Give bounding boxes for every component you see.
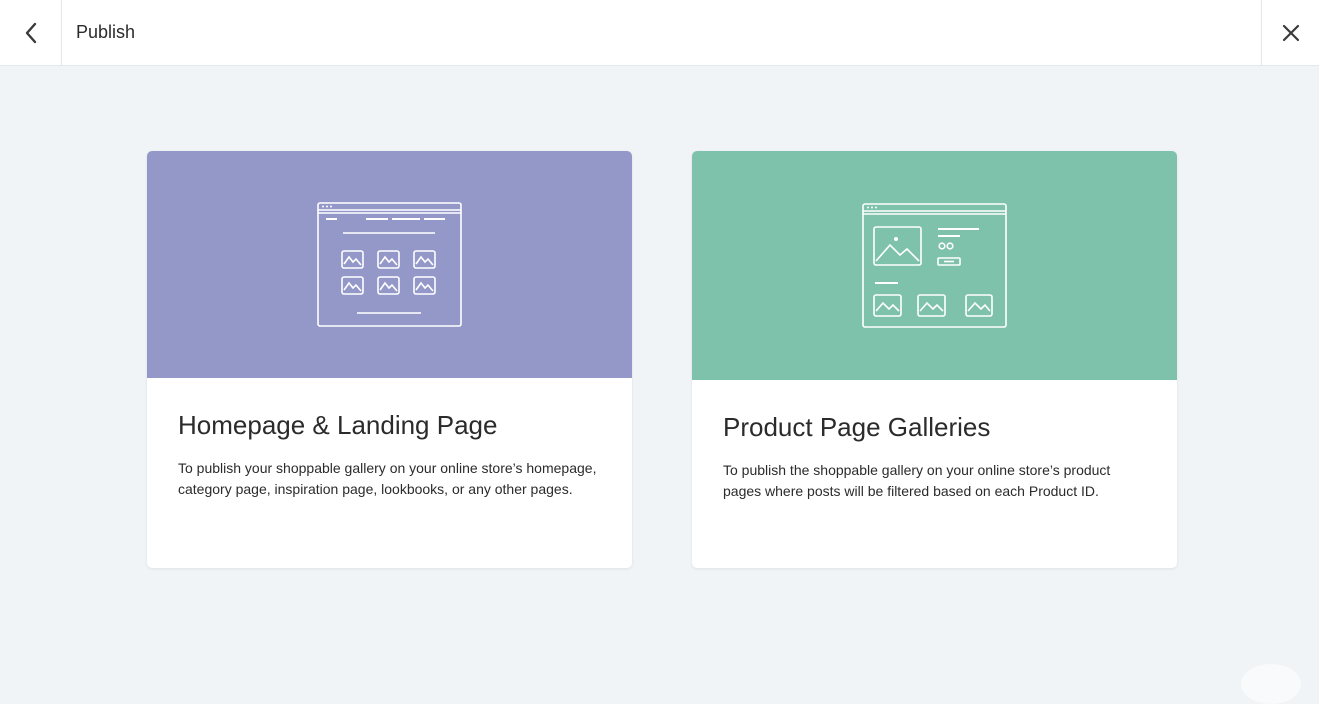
top-bar: Publish [0, 0, 1319, 66]
homepage-landing-page-card[interactable]: Homepage & Landing Page To publish your … [147, 151, 632, 568]
corner-decoration [1241, 664, 1301, 704]
product-page-layout-icon [862, 203, 1008, 329]
card-title: Product Page Galleries [723, 410, 1146, 444]
page-title: Publish [76, 0, 135, 65]
card-title: Homepage & Landing Page [178, 408, 601, 442]
card-hero [692, 151, 1177, 380]
homepage-grid-layout-icon [317, 202, 463, 328]
back-button[interactable] [0, 0, 62, 65]
card-hero [147, 151, 632, 378]
product-page-galleries-card[interactable]: Product Page Galleries To publish the sh… [692, 151, 1177, 568]
card-description: To publish the shoppable gallery on your… [723, 460, 1146, 502]
card-description: To publish your shoppable gallery on you… [178, 458, 601, 500]
close-icon [1282, 24, 1300, 42]
close-button[interactable] [1261, 0, 1319, 65]
chevron-left-icon [24, 22, 38, 44]
